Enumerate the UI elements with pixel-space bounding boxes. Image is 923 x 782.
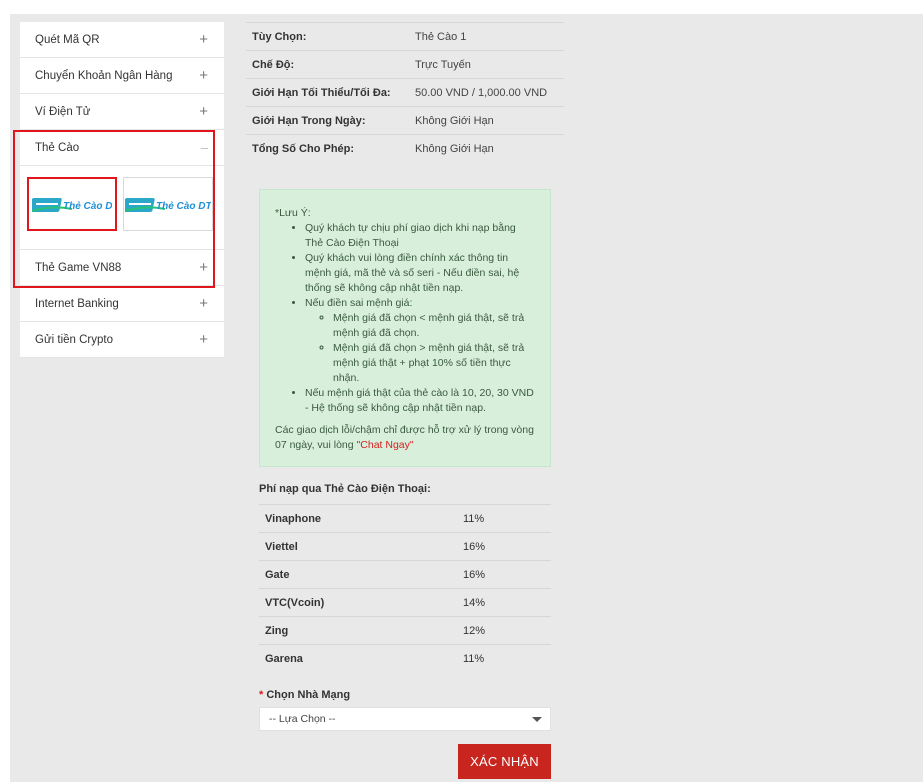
fee-table-title: Phí nạp qua Thẻ Cào Điện Thoại: [259, 483, 431, 495]
sidebar-item-label: Thẻ Game VN88 [35, 261, 122, 274]
list-item: Nếu điền sai mệnh giá: Mệnh giá đã chọn … [305, 296, 536, 386]
notice-box: *Lưu Ý: Quý khách tự chịu phí giao dịch … [259, 189, 551, 467]
table-row: Zing 12% [259, 616, 551, 645]
carrier-rate: 16% [457, 560, 551, 589]
info-key: Giới Hạn Trong Ngày: [246, 106, 409, 135]
carrier-select-label: * Chọn Nhà Mạng [259, 689, 350, 701]
sidebar-item-qr[interactable]: Quét Mã QR + [20, 22, 224, 58]
notice-title: *Lưu Ý: [275, 207, 311, 219]
sidebar-item-label: Ví Điện Tử [35, 105, 91, 118]
sidebar-item-game-card[interactable]: Thẻ Game VN88 + [20, 250, 224, 286]
deposit-info-table: Tùy Chọn: Thẻ Cào 1 Chế Độ: Trực Tuyến G… [246, 22, 564, 163]
plus-icon: + [199, 259, 208, 276]
info-key: Giới Hạn Tối Thiểu/Tối Đa: [246, 78, 409, 107]
page-background: Quét Mã QR + Chuyển Khoản Ngân Hàng + Ví… [10, 14, 923, 782]
sidebar-item-crypto[interactable]: Gửi tiền Crypto + [20, 322, 224, 358]
sidebar-item-bank-transfer[interactable]: Chuyển Khoản Ngân Hàng + [20, 58, 224, 94]
carrier-select-label-text: Chọn Nhà Mạng [266, 689, 351, 701]
fee-table: Vinaphone 11% Viettel 16% Gate 16% VTC(V… [259, 504, 551, 673]
carrier-rate: 11% [457, 644, 551, 673]
carrier-select-value: -- Lựa Chọn -- [269, 713, 336, 725]
info-value: Trực Tuyến [409, 50, 564, 79]
info-key: Tổng Số Cho Phép: [246, 134, 409, 163]
table-row: Gate 16% [259, 560, 551, 589]
table-row: Giới Hạn Trong Ngày: Không Giới Hạn [246, 106, 564, 135]
plus-icon: + [199, 331, 208, 348]
list-item: Nếu mệnh giá thật của thẻ cào là 10, 20,… [305, 386, 536, 416]
submit-button[interactable]: XÁC NHẬN [458, 744, 551, 779]
carrier-name: VTC(Vcoin) [259, 588, 457, 617]
table-row: Viettel 16% [259, 532, 551, 561]
notice-footer: Các giao dịch lỗi/chậm chỉ được hỗ trợ x… [275, 423, 536, 453]
sidebar-item-e-wallet[interactable]: Ví Điện Tử + [20, 94, 224, 130]
plus-icon: + [199, 295, 208, 312]
chat-now-link[interactable]: "Chat Ngay" [357, 439, 414, 451]
payment-method-sidebar: Quét Mã QR + Chuyển Khoản Ngân Hàng + Ví… [20, 22, 224, 358]
carrier-rate: 14% [457, 588, 551, 617]
carrier-name: Zing [259, 616, 457, 645]
card-option-dt2[interactable]: Thẻ Cào DT2 [123, 177, 213, 231]
table-row: Vinaphone 11% [259, 504, 551, 533]
carrier-name: Gate [259, 560, 457, 589]
notice-list: Quý khách tự chịu phí giao dịch khi nạp … [275, 221, 536, 416]
plus-icon: + [199, 31, 208, 48]
sidebar-item-scratch-card[interactable]: Thẻ Cào – [20, 130, 224, 166]
sidebar-item-internet-banking[interactable]: Internet Banking + [20, 286, 224, 322]
sidebar-item-label: Chuyển Khoản Ngân Hàng [35, 69, 173, 82]
card-option-label: Thẻ Cào DT [63, 201, 112, 212]
table-row: Garena 11% [259, 644, 551, 673]
chevron-down-icon [532, 716, 542, 722]
notice-sublist: Mệnh giá đã chọn < mệnh giá thật, sẽ trả… [305, 311, 536, 386]
carrier-select[interactable]: -- Lựa Chọn -- [259, 707, 551, 731]
list-item: Quý khách tự chịu phí giao dịch khi nạp … [305, 221, 536, 251]
list-item: Mệnh giá đã chọn > mệnh giá thật, sẽ trả… [333, 341, 536, 386]
carrier-name: Vinaphone [259, 504, 457, 533]
scratch-card-options: Thẻ Cào DT Thẻ Cào DT2 [20, 166, 224, 250]
info-key: Chế Độ: [246, 50, 409, 79]
table-row: Tổng Số Cho Phép: Không Giới Hạn [246, 134, 564, 163]
list-item: Quý khách vui lòng điền chính xác thông … [305, 251, 536, 296]
table-row: Giới Hạn Tối Thiểu/Tối Đa: 50.00 VND / 1… [246, 78, 564, 107]
info-key: Tùy Chọn: [246, 22, 409, 51]
list-item: Mệnh giá đã chọn < mệnh giá thật, sẽ trả… [333, 311, 536, 341]
carrier-name: Garena [259, 644, 457, 673]
table-row: Tùy Chọn: Thẻ Cào 1 [246, 22, 564, 51]
info-value: Không Giới Hạn [409, 106, 564, 135]
card-logo-icon: Thẻ Cào DT2 [125, 198, 211, 212]
sidebar-item-label: Gửi tiền Crypto [35, 333, 114, 346]
table-row: VTC(Vcoin) 14% [259, 588, 551, 617]
card-option-dt[interactable]: Thẻ Cào DT [27, 177, 117, 231]
sidebar-item-label: Internet Banking [35, 297, 119, 310]
plus-icon: + [199, 67, 208, 84]
minus-icon: – [200, 140, 208, 155]
sidebar-item-label: Thẻ Cào [35, 141, 80, 154]
info-value: Không Giới Hạn [409, 134, 564, 163]
deposit-info: Tùy Chọn: Thẻ Cào 1 Chế Độ: Trực Tuyến G… [246, 22, 564, 163]
carrier-rate: 11% [457, 504, 551, 533]
list-item-text: Nếu điền sai mệnh giá: [305, 297, 413, 309]
card-option-label: Thẻ Cào DT2 [156, 201, 211, 212]
carrier-name: Viettel [259, 532, 457, 561]
carrier-rate: 12% [457, 616, 551, 645]
info-value: 50.00 VND / 1,000.00 VND [409, 78, 564, 107]
info-value: Thẻ Cào 1 [409, 22, 564, 51]
table-row: Chế Độ: Trực Tuyến [246, 50, 564, 79]
card-logo-icon: Thẻ Cào DT [32, 198, 112, 212]
plus-icon: + [199, 103, 208, 120]
sidebar-item-label: Quét Mã QR [35, 33, 100, 46]
required-mark: * [259, 689, 264, 701]
carrier-rate: 16% [457, 532, 551, 561]
